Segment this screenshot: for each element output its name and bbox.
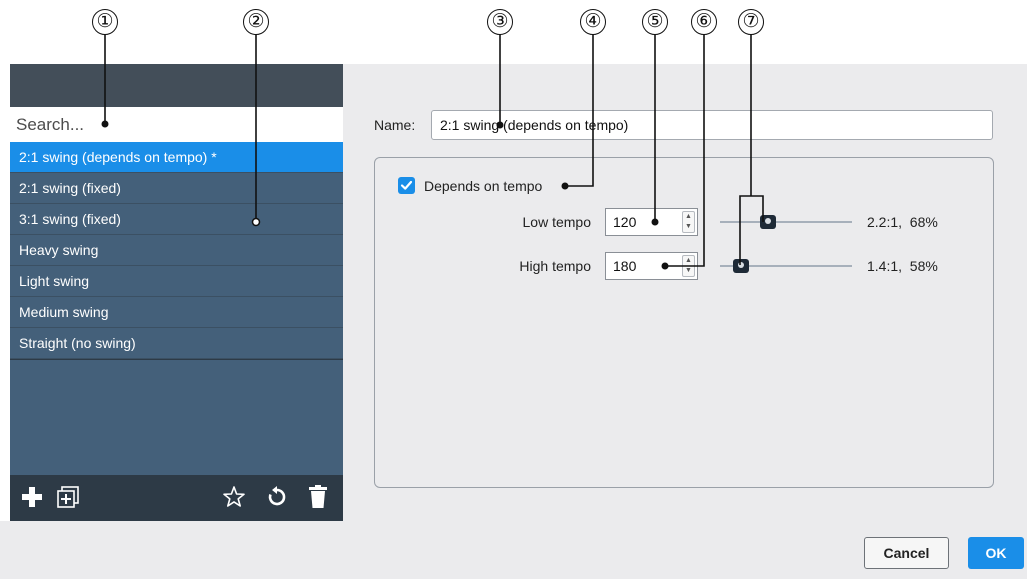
preset-item[interactable]: 2:1 swing (depends on tempo) *	[10, 142, 343, 173]
callout-3: ③	[487, 9, 513, 35]
low-tempo-slider-track[interactable]	[720, 221, 852, 223]
high-tempo-input[interactable]	[613, 257, 671, 275]
chevron-up-icon[interactable]: ▲	[683, 212, 694, 222]
preset-list: 2:1 swing (depends on tempo) * 2:1 swing…	[10, 142, 343, 359]
checkmark-icon	[400, 180, 413, 190]
chevron-down-icon[interactable]: ▼	[683, 222, 694, 232]
star-icon[interactable]	[220, 483, 248, 511]
reset-icon[interactable]	[263, 483, 291, 511]
ok-button[interactable]: OK	[968, 537, 1024, 569]
preset-panel: 2:1 swing (depends on tempo) * 2:1 swing…	[10, 64, 343, 521]
search-box	[10, 107, 343, 142]
low-tempo-field: ▲ ▼	[605, 208, 698, 236]
chevron-up-icon[interactable]: ▲	[683, 256, 694, 266]
cancel-button[interactable]: Cancel	[864, 537, 949, 569]
high-tempo-stepper[interactable]: ▲ ▼	[682, 255, 695, 277]
search-input[interactable]	[16, 113, 316, 137]
chevron-down-icon[interactable]: ▼	[683, 266, 694, 276]
preset-item[interactable]: 3:1 swing (fixed)	[10, 204, 343, 235]
low-tempo-input[interactable]	[613, 213, 671, 231]
low-tempo-label: Low tempo	[522, 214, 591, 230]
preset-item[interactable]: Medium swing	[10, 297, 343, 328]
preset-item[interactable]: Light swing	[10, 266, 343, 297]
swing-settings-group	[374, 157, 994, 488]
low-tempo-slider-thumb[interactable]	[759, 215, 776, 229]
duplicate-icon[interactable]	[54, 483, 82, 511]
trash-icon[interactable]	[304, 483, 332, 511]
high-tempo-label: High tempo	[519, 258, 591, 274]
preset-toolbar	[10, 475, 343, 521]
high-tempo-field: ▲ ▼	[605, 252, 698, 280]
low-tempo-ratio: 2.2:1, 68%	[867, 214, 938, 230]
depends-on-tempo-label: Depends on tempo	[424, 178, 543, 194]
plus-icon[interactable]	[18, 483, 46, 511]
name-input[interactable]	[431, 110, 993, 140]
swing-editor-dialog: 2:1 swing (depends on tempo) * 2:1 swing…	[0, 0, 1027, 579]
preset-item[interactable]: 2:1 swing (fixed)	[10, 173, 343, 204]
high-tempo-slider-thumb[interactable]	[733, 259, 750, 273]
low-tempo-stepper[interactable]: ▲ ▼	[682, 211, 695, 233]
name-label: Name:	[374, 117, 416, 133]
depends-on-tempo-checkbox[interactable]	[398, 177, 415, 194]
callout-5: ⑤	[642, 9, 668, 35]
preset-panel-header	[10, 64, 343, 107]
callout-2: ②	[243, 9, 269, 35]
callout-7: ⑦	[738, 9, 764, 35]
callout-6: ⑥	[691, 9, 717, 35]
preset-list-empty-area	[10, 360, 343, 475]
preset-item[interactable]: Straight (no swing)	[10, 328, 343, 359]
callout-4: ④	[580, 9, 606, 35]
preset-item[interactable]: Heavy swing	[10, 235, 343, 266]
callout-1: ①	[92, 9, 118, 35]
dialog-footer-left	[0, 521, 343, 579]
high-tempo-ratio: 1.4:1, 58%	[867, 258, 938, 274]
